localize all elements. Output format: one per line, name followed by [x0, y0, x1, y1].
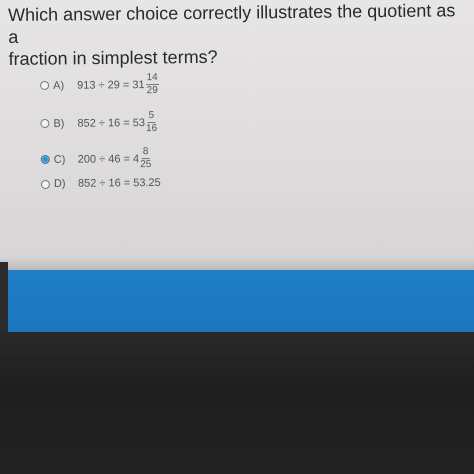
choice-c-denominator: 25: [140, 159, 152, 171]
choice-a-letter: A): [53, 79, 65, 92]
question-text: Which answer choice correctly illustrate…: [8, 0, 459, 70]
choice-c-letter: C): [53, 153, 66, 166]
choice-b-fraction: 5 16: [145, 110, 158, 135]
question-line-1: Which answer choice correctly illustrate…: [8, 0, 456, 47]
bottom-blue-bar: [0, 270, 474, 332]
monitor-bezel: [0, 332, 474, 474]
choice-b-denominator: 16: [145, 122, 158, 135]
choice-d[interactable]: D) 852 ÷ 16 = 53.25: [40, 176, 161, 190]
choice-c-fraction: 8 25: [140, 146, 152, 171]
question-line-2: fraction in simplest terms?: [8, 46, 218, 69]
choice-a-expression: 913 ÷ 29 = 31: [77, 78, 145, 92]
choice-b-letter: B): [53, 117, 65, 130]
choice-a-denominator: 29: [146, 84, 158, 97]
choice-b-numerator: 5: [147, 110, 156, 124]
radio-c-selected-icon[interactable]: [40, 154, 50, 164]
choice-b-expression: 852 ÷ 16 = 53: [77, 116, 145, 130]
choice-a[interactable]: A) 913 ÷ 29 = 31 14 29: [40, 72, 159, 97]
radio-b-icon[interactable]: [40, 118, 50, 128]
choice-d-letter: D): [53, 177, 66, 190]
screen-left-edge: [0, 262, 8, 342]
radio-a-icon[interactable]: [40, 80, 50, 90]
choice-c-numerator: 8: [141, 146, 150, 160]
choice-a-numerator: 14: [145, 72, 159, 86]
radio-d-icon[interactable]: [40, 179, 50, 189]
choice-c[interactable]: C) 200 ÷ 46 = 4 8 25: [40, 146, 152, 171]
choice-b[interactable]: B) 852 ÷ 16 = 53 5 16: [40, 110, 158, 135]
choice-d-expression: 852 ÷ 16 = 53.25: [77, 176, 161, 190]
choice-c-expression: 200 ÷ 46 = 4: [77, 152, 140, 166]
quiz-panel: Which answer choice correctly illustrate…: [0, 0, 474, 270]
choice-a-fraction: 14 29: [145, 72, 159, 97]
